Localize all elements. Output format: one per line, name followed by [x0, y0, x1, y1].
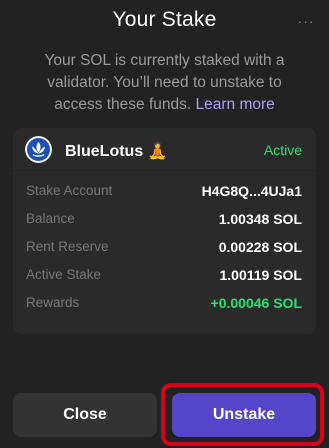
detail-value: 1.00348 SOL	[218, 211, 302, 227]
learn-more-link[interactable]: Learn more	[196, 96, 275, 113]
lotus-logo-icon	[25, 136, 52, 163]
detail-label: Stake Account	[26, 183, 113, 198]
stake-card: BlueLotus 🧘 Active Stake Account H4G8Q..…	[13, 128, 316, 334]
detail-value: +0.00046 SOL	[210, 295, 302, 311]
detail-row-rewards: Rewards +0.00046 SOL	[13, 293, 316, 315]
stake-details-screen: Your Stake ··· Your SOL is currently sta…	[0, 0, 329, 448]
detail-value: H4G8Q...4UJa1	[201, 183, 302, 199]
detail-label: Rewards	[26, 295, 80, 310]
more-options-button[interactable]: ···	[295, 8, 317, 34]
validator-name: BlueLotus 🧘	[65, 143, 168, 160]
detail-value: 0.00228 SOL	[218, 239, 302, 255]
unstake-button[interactable]: Unstake	[172, 393, 316, 437]
close-button[interactable]: Close	[13, 393, 157, 437]
status-badge: Active	[263, 142, 302, 158]
detail-label: Balance	[26, 211, 75, 226]
validator-header: BlueLotus 🧘 Active	[13, 128, 316, 171]
detail-row-balance: Balance 1.00348 SOL	[13, 209, 316, 231]
detail-row-stake-account: Stake Account H4G8Q...4UJa1	[13, 181, 316, 203]
detail-label: Rent Reserve	[26, 239, 109, 254]
detail-label: Active Stake	[26, 267, 102, 282]
page-title: Your Stake	[112, 8, 217, 31]
stake-description: Your SOL is currently staked with a vali…	[24, 50, 305, 116]
detail-row-active-stake: Active Stake 1.00119 SOL	[13, 265, 316, 287]
ellipsis-icon: ···	[297, 13, 315, 29]
detail-row-rent-reserve: Rent Reserve 0.00228 SOL	[13, 237, 316, 259]
detail-value: 1.00119 SOL	[219, 267, 302, 283]
